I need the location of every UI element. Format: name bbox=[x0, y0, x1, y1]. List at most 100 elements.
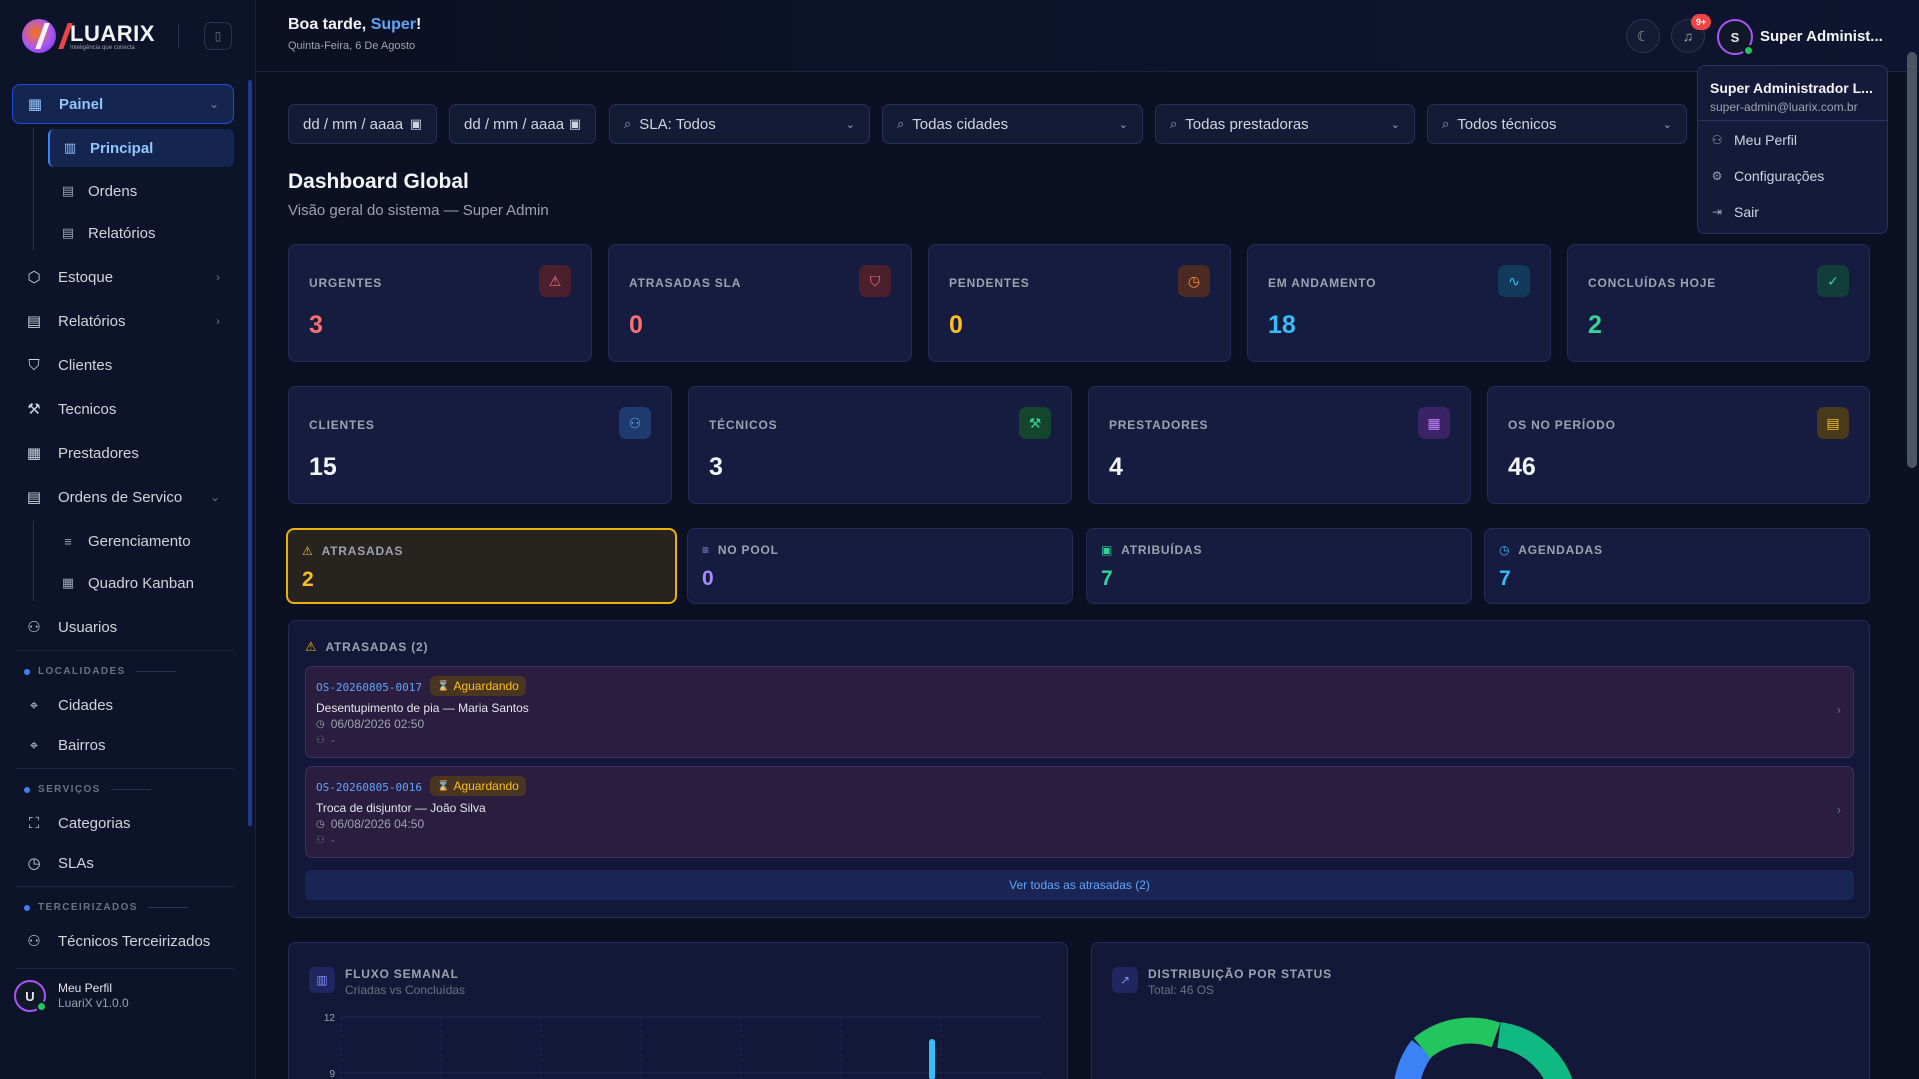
mini-stat-value: 7 bbox=[1101, 567, 1113, 590]
map-pin-icon: ⌖ bbox=[29, 696, 39, 714]
prestadoras-select[interactable]: ⌕ Todas prestadoras ⌄ bbox=[1155, 104, 1415, 144]
sidebar-item-estoque[interactable]: ⬡ Estoque › bbox=[12, 257, 234, 297]
sidebar-subitem-relatorios[interactable]: ▤ Relatórios bbox=[48, 214, 234, 252]
page-scrollbar[interactable] bbox=[1907, 52, 1917, 468]
stat-value: 18 bbox=[1268, 311, 1296, 339]
sidebar-collapse-button[interactable]: ▯ bbox=[204, 22, 232, 50]
mini-stat-no-pool[interactable]: ≡ NO POOL 0 bbox=[687, 528, 1073, 604]
order-id: OS-20260805-0017 bbox=[316, 681, 422, 694]
stat-card-clientes[interactable]: CLIENTES 15 ⚇ bbox=[288, 386, 672, 504]
stat-card-urgentes[interactable]: URGENTES 3 ⚠ bbox=[288, 244, 592, 362]
package-icon: ⬡ bbox=[27, 269, 41, 286]
sidebar-item-bairros[interactable]: ⌖ Bairros bbox=[12, 725, 234, 765]
building-icon: ▦ bbox=[26, 445, 42, 462]
greeting: Boa tarde, Super! bbox=[288, 16, 422, 33]
sidebar-item-label: Categorias bbox=[58, 814, 131, 832]
sidebar-subitem-kanban[interactable]: ▦ Quadro Kanban bbox=[48, 564, 234, 602]
mini-stat-atrasadas[interactable]: ⚠ ATRASADAS 2 bbox=[286, 528, 677, 604]
theme-toggle-button[interactable]: ☾ bbox=[1626, 19, 1660, 53]
mini-stat-value: 0 bbox=[702, 567, 714, 590]
donut-slice bbox=[1496, 1022, 1573, 1079]
shield-alert-icon: ⛉ bbox=[859, 265, 891, 297]
sidebar-item-label: Cidades bbox=[58, 696, 114, 714]
menu-item-sair[interactable]: ⇥ Sair bbox=[1710, 202, 1759, 222]
calendar-icon: ▣ bbox=[409, 116, 422, 131]
menu-item-configuracoes[interactable]: ⚙ Configurações bbox=[1710, 166, 1825, 186]
stat-card-concluidas-hoje[interactable]: CONCLUÍDAS HOJE 2 ✓ bbox=[1567, 244, 1870, 362]
donut-slice bbox=[1394, 1040, 1433, 1079]
order-technician: ⚇ - bbox=[316, 833, 335, 847]
date-from-input[interactable]: dd / mm / aaaa ▣ bbox=[288, 104, 437, 144]
stat-value: 3 bbox=[709, 453, 723, 481]
sidebar-item-cidades[interactable]: ⌖ Cidades bbox=[12, 685, 234, 725]
sidebar-divider bbox=[16, 886, 234, 887]
sidebar-scrollbar[interactable] bbox=[248, 80, 252, 826]
view-all-overdue-button[interactable]: Ver todas as atrasadas (2) bbox=[305, 870, 1854, 900]
sidebar-profile[interactable]: U Meu Perfil LuariX v1.0.0 bbox=[14, 980, 129, 1012]
mini-stat-atribuidas[interactable]: ▣ ATRIBUÍDAS 7 bbox=[1086, 528, 1472, 604]
status-distribution-chart: ↗ DISTRIBUIÇÃO POR STATUS Total: 46 OS bbox=[1091, 942, 1870, 1079]
sidebar-item-label: Ordens bbox=[88, 182, 138, 200]
overdue-order-row[interactable]: OS-20260805-0016 ⌛ Aguardando Troca de di… bbox=[305, 766, 1854, 858]
submenu-guide bbox=[33, 128, 34, 250]
stat-card-tecnicos[interactable]: TÉCNICOS 3 ⚒ bbox=[688, 386, 1072, 504]
menu-item-meu-perfil[interactable]: ⚇ Meu Perfil bbox=[1710, 130, 1797, 150]
order-id: OS-20260805-0016 bbox=[316, 781, 422, 794]
sidebar-subitem-ordens[interactable]: ▤ Ordens bbox=[48, 172, 234, 210]
moon-icon: ☾ bbox=[1636, 27, 1650, 44]
kanban-icon: ▦ bbox=[61, 575, 75, 590]
chevron-right-icon: › bbox=[1837, 803, 1841, 817]
section-localidades: LOCALIDADES bbox=[24, 666, 176, 677]
date-to-input[interactable]: dd / mm / aaaa ▣ bbox=[449, 104, 596, 144]
overdue-order-row[interactable]: OS-20260805-0017 ⌛ Aguardando Desentupime… bbox=[305, 666, 1854, 758]
bar-chart-icon: ▥ bbox=[63, 140, 77, 155]
stat-card-pendentes[interactable]: PENDENTES 0 ◷ bbox=[928, 244, 1231, 362]
calendar-icon: ▣ bbox=[568, 116, 581, 131]
sidebar-item-slas[interactable]: ◷ SLAs bbox=[12, 843, 234, 883]
bell-icon: ♫ bbox=[1682, 28, 1694, 44]
clock-icon: ◷ bbox=[27, 855, 41, 872]
stat-card-em-andamento[interactable]: EM ANDAMENTO 18 ∿ bbox=[1247, 244, 1551, 362]
sidebar-item-painel[interactable]: ▦ Painel ⌄ bbox=[12, 84, 234, 124]
chevron-down-icon: ⌄ bbox=[208, 97, 219, 111]
search-icon: ⌕ bbox=[624, 116, 632, 131]
building-icon: ▦ bbox=[1418, 407, 1450, 439]
sidebar-item-label: Quadro Kanban bbox=[88, 574, 194, 592]
sidebar-divider bbox=[16, 968, 234, 969]
user-icon: ⚇ bbox=[1711, 133, 1723, 147]
stat-card-prestadores[interactable]: PRESTADORES 4 ▦ bbox=[1088, 386, 1471, 504]
sidebar-item-usuarios[interactable]: ⚇ Usuarios bbox=[12, 607, 234, 647]
sidebar-item-ordens-servico[interactable]: ▤ Ordens de Servico ⌄ bbox=[12, 477, 234, 517]
weekly-chart-svg: 12 9 bbox=[324, 1013, 1041, 1079]
sla-select[interactable]: ⌕ SLA: Todos ⌄ bbox=[609, 104, 870, 144]
user-avatar[interactable]: S bbox=[1717, 19, 1754, 56]
sidebar-item-clientes[interactable]: ⛉ Clientes bbox=[12, 345, 234, 385]
order-deadline: ◷ 06/08/2026 02:50 bbox=[316, 717, 425, 731]
sidebar-item-label: Relatórios bbox=[88, 224, 156, 242]
panel-left-icon: ▯ bbox=[214, 29, 222, 43]
sidebar-item-tecnicos-terceirizados[interactable]: ⚇ Técnicos Terceirizados bbox=[12, 921, 234, 961]
sidebar-item-tecnicos[interactable]: ⚒ Tecnicos bbox=[12, 389, 234, 429]
hourglass-icon: ⌛ bbox=[437, 780, 450, 792]
search-icon: ⌕ bbox=[1442, 116, 1450, 131]
user-menu-trigger[interactable]: Super Administ... bbox=[1760, 28, 1883, 45]
calendar-check-icon: ▣ bbox=[1101, 543, 1114, 557]
sidebar-subitem-principal[interactable]: ▥ Principal bbox=[48, 129, 234, 167]
stat-value: 46 bbox=[1508, 453, 1536, 481]
stat-card-os-periodo[interactable]: OS NO PERÍODO 46 ▤ bbox=[1487, 386, 1870, 504]
donut-chart-svg bbox=[1394, 1017, 1573, 1079]
stat-value: 3 bbox=[309, 311, 323, 339]
sidebar-item-relatorios[interactable]: ▤ Relatórios › bbox=[12, 301, 234, 341]
luarix-logo-icon bbox=[22, 19, 56, 53]
tecnicos-select[interactable]: ⌕ Todos técnicos ⌄ bbox=[1427, 104, 1687, 144]
sidebar-item-label: SLAs bbox=[58, 854, 94, 872]
sidebar-item-categorias[interactable]: ⛶ Categorias bbox=[12, 803, 234, 843]
mini-stat-agendadas[interactable]: ◷ AGENDADAS 7 bbox=[1484, 528, 1870, 604]
section-servicos: SERVIÇOS bbox=[24, 784, 151, 795]
stat-label: PRESTADORES bbox=[1109, 418, 1209, 432]
chevron-down-icon: ⌄ bbox=[209, 490, 220, 504]
cidades-select[interactable]: ⌕ Todas cidades ⌄ bbox=[882, 104, 1143, 144]
stat-card-atrasadas-sla[interactable]: ATRASADAS SLA 0 ⛉ bbox=[608, 244, 912, 362]
sidebar-item-prestadores[interactable]: ▦ Prestadores bbox=[12, 433, 234, 473]
sidebar-subitem-gerenciamento[interactable]: ≡ Gerenciamento bbox=[48, 522, 234, 560]
